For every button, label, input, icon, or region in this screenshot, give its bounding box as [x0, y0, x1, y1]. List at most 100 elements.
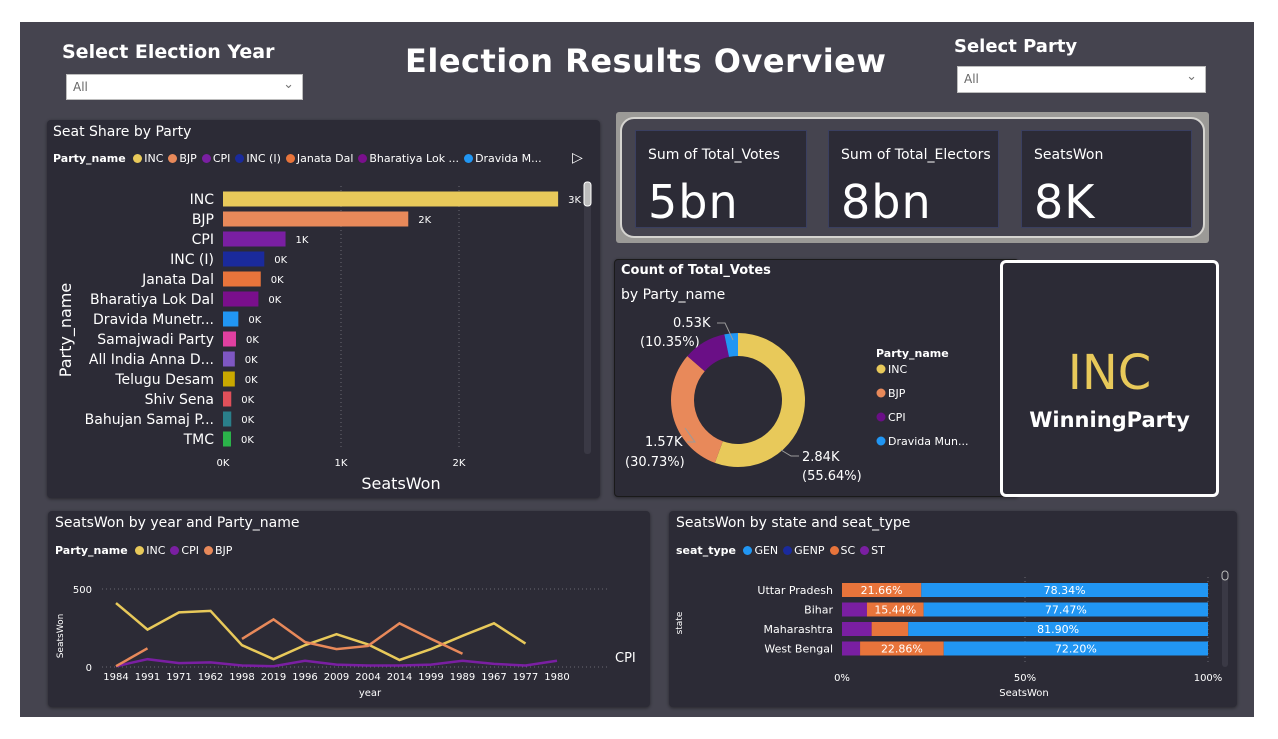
party-slicer-value: All	[964, 72, 979, 86]
data-label: 2K	[418, 215, 431, 226]
scrollbar-thumb[interactable]	[1221, 570, 1229, 581]
scrollbar-thumb[interactable]	[583, 181, 592, 207]
scrollbar-track[interactable]	[584, 182, 591, 454]
y-tick-label: TMC	[183, 432, 215, 448]
x-tick-label: 1962	[198, 672, 223, 683]
legend-dot-icon	[876, 412, 886, 422]
data-label-bjp-pct: (30.73%)	[625, 455, 685, 470]
line-chart: SeatsWon year CPI 0 500 1984 1991 1971 1962 19…	[56, 585, 636, 699]
kpi-label: Sum of Total_Votes	[648, 147, 780, 163]
y-tick-label: Telugu Desam	[114, 372, 214, 388]
legend-dot-icon	[876, 364, 886, 374]
x-tick-label: 1967	[481, 672, 506, 683]
winning-party-label: WinningParty	[1029, 408, 1190, 432]
data-label: 22.86%	[881, 643, 923, 656]
data-label: 3K	[568, 195, 581, 206]
y-axis-title: SeatsWon	[56, 614, 66, 659]
kpi-label: SeatsWon	[1034, 147, 1104, 163]
x-axis-title: SeatsWon	[361, 474, 440, 493]
y-tick-label: Bihar	[804, 604, 833, 617]
data-label: 0K	[241, 395, 254, 406]
data-label: 15.44%	[874, 604, 916, 617]
chevron-down-icon: ⌄	[1186, 69, 1197, 84]
y-tick-label: Dravida Munetr...	[93, 312, 214, 328]
bar	[223, 291, 259, 307]
legend-item-label: INC	[888, 363, 907, 376]
x-tick-label: 0%	[834, 673, 850, 684]
seat-share-chart: Party_name SeatsWon 0K 1K 2K INC 3K BJP 2K CPI 1…	[56, 181, 592, 493]
data-label-bjp-value: 1.57K	[645, 435, 683, 450]
kpi-band: Sum of Total_Votes 5bn Sum of Total_Elec…	[616, 112, 1209, 243]
data-label-inc-pct: (55.64%)	[802, 469, 862, 484]
data-label: 0K	[241, 435, 254, 446]
y-tick-label: BJP	[192, 212, 214, 228]
leader-line	[780, 449, 799, 457]
bar	[223, 311, 239, 327]
bar	[223, 431, 231, 447]
bar	[223, 211, 409, 227]
y-tick-label: All India Anna D...	[89, 352, 214, 368]
bar	[223, 351, 235, 367]
line-panel: SeatsWon by year and Party_name Party_na…	[48, 511, 650, 707]
year-slicer-dropdown[interactable]: All ⌄	[66, 74, 303, 100]
series-line-cpi	[115, 657, 558, 668]
y-tick-label: Samajwadi Party	[97, 332, 214, 348]
bar	[223, 191, 559, 207]
chevron-down-icon: ⌄	[283, 77, 294, 92]
x-tick-label: 1996	[292, 672, 317, 683]
winning-party-value: INC	[1067, 345, 1152, 401]
bar	[223, 371, 235, 387]
data-label: 0K	[274, 255, 287, 266]
x-tick-label: 2004	[355, 672, 380, 683]
series-end-label: CPI	[615, 651, 636, 666]
x-tick-label: 2019	[261, 672, 286, 683]
series-line-inc	[115, 602, 527, 662]
x-tick-label: 1977	[513, 672, 538, 683]
y-tick-label: Uttar Pradesh	[757, 584, 833, 597]
legend-item-label: BJP	[888, 387, 906, 400]
data-label: 72.20%	[1055, 643, 1097, 656]
x-tick-label: 2009	[324, 672, 349, 683]
y-tick-label: INC	[190, 192, 215, 208]
data-label-cpi-pct: (10.35%)	[640, 335, 700, 350]
x-tick-label: 1989	[450, 672, 475, 683]
stacked-bar-chart: state SeatsWon 0% 50% 100% Uttar Pradesh 21.…	[675, 570, 1229, 699]
x-tick-label: 2K	[453, 458, 466, 469]
kpi-card-seats-won: SeatsWon 8K	[1021, 130, 1192, 229]
data-label: 77.47%	[1045, 604, 1087, 617]
x-tick-label: 50%	[1014, 673, 1036, 684]
y-tick-label: CPI	[192, 232, 214, 248]
bar	[223, 391, 232, 407]
y-tick-label: Shiv Sena	[145, 392, 214, 408]
data-label: 0K	[271, 275, 284, 286]
kpi-value: 8K	[1034, 175, 1096, 229]
page-title: Election Results Overview	[405, 42, 887, 80]
legend-item-label: CPI	[888, 411, 906, 424]
x-tick-label: 2014	[387, 672, 412, 683]
y-tick-label: Bahujan Samaj P...	[85, 412, 214, 428]
y-tick-label: INC (I)	[170, 252, 214, 268]
bar	[223, 231, 286, 247]
stacked-segment-st	[842, 622, 872, 636]
x-axis-title: SeatsWon	[999, 688, 1049, 699]
x-tick-label: 100%	[1194, 673, 1223, 684]
data-label: 0K	[241, 415, 254, 426]
y-tick-label: Bharatiya Lok Dal	[90, 292, 214, 308]
y-tick-label: 0	[86, 663, 92, 674]
bar	[223, 251, 265, 267]
kpi-frame: Sum of Total_Votes 5bn Sum of Total_Elec…	[620, 117, 1205, 238]
kpi-value: 5bn	[648, 175, 739, 229]
kpi-value: 8bn	[841, 175, 932, 229]
kpi-card-total-votes: Sum of Total_Votes 5bn	[635, 130, 807, 229]
x-axis-title: year	[359, 688, 382, 699]
party-slicer-dropdown[interactable]: All ⌄	[957, 66, 1206, 93]
y-tick-label: Janata Dal	[141, 272, 214, 288]
data-label-cpi-value: 0.53K	[673, 316, 711, 331]
y-tick-label: 500	[73, 585, 92, 596]
x-tick-label: 1998	[229, 672, 254, 683]
donut-panel: Count of Total_Votes by Party_name 0.53K…	[614, 259, 1019, 497]
legend-item-label: Dravida Mun...	[888, 435, 968, 448]
stacked-panel: SeatsWon by state and seat_type seat_typ…	[669, 511, 1237, 707]
scrollbar-track[interactable]	[1222, 573, 1228, 667]
data-label: 0K	[245, 375, 258, 386]
